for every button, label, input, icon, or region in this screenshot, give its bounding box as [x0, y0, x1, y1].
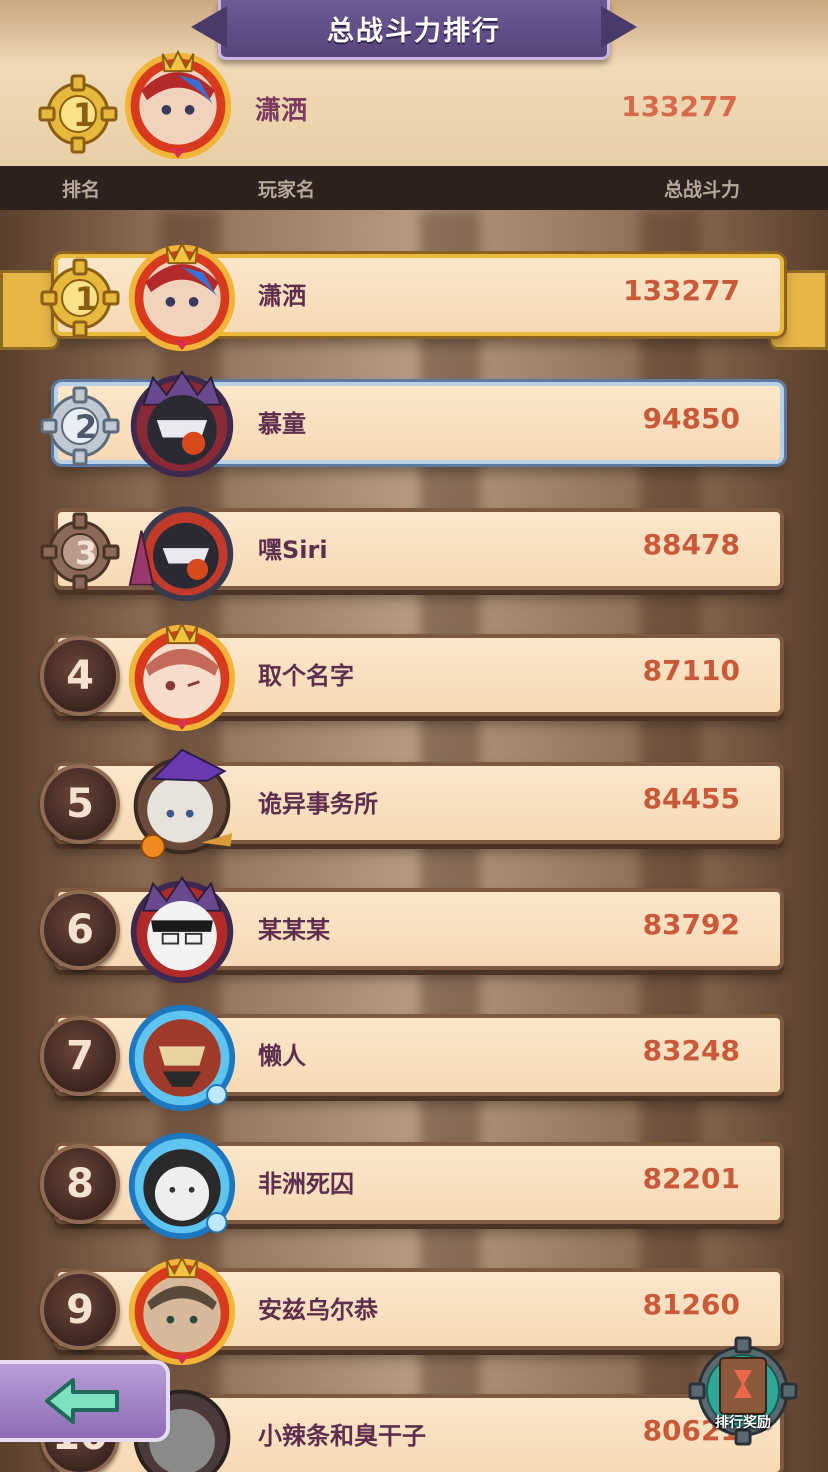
- player-name: 潇洒: [258, 282, 306, 310]
- player-power: 84455: [642, 782, 740, 815]
- player-name: 某某某: [258, 916, 330, 944]
- avatar[interactable]: [124, 238, 240, 354]
- my-player-power: 133277: [621, 90, 738, 123]
- table-row[interactable]: 5 诡异事务所 84455: [40, 748, 784, 860]
- gold-rank-1-icon: 1: [38, 74, 118, 154]
- svg-text:2: 2: [75, 408, 97, 446]
- rank-number: 4: [40, 636, 120, 716]
- svg-text:1: 1: [75, 280, 97, 318]
- back-arrow-icon: [45, 1378, 119, 1424]
- avatar[interactable]: [124, 872, 240, 988]
- avatar[interactable]: [124, 1252, 240, 1368]
- avatar[interactable]: [124, 618, 240, 734]
- avatar[interactable]: [124, 1126, 240, 1242]
- avatar[interactable]: [124, 492, 240, 608]
- title-banner: 总战斗力排行: [191, 0, 637, 60]
- avatar[interactable]: [124, 366, 240, 482]
- table-header: 排名 玩家名 总战斗力: [0, 166, 828, 210]
- rank-number: 7: [40, 1016, 120, 1096]
- player-name: 懒人: [258, 1042, 306, 1070]
- back-button[interactable]: [0, 1360, 170, 1442]
- silver-gear-icon: 2: [40, 386, 120, 466]
- player-power: 83248: [642, 1034, 740, 1067]
- table-row[interactable]: 7 懒人 83248: [40, 1004, 784, 1112]
- table-row[interactable]: 2 慕童 94850: [40, 370, 784, 478]
- player-power: 81260: [642, 1288, 740, 1321]
- avatar[interactable]: [124, 746, 240, 862]
- table-row[interactable]: 3 嘿Siri 88478: [40, 500, 784, 602]
- svg-text:3: 3: [75, 534, 97, 572]
- svg-text:1: 1: [73, 96, 95, 134]
- table-row[interactable]: 9 安兹乌尔恭 81260: [40, 1255, 784, 1366]
- player-name: 小辣条和臭干子: [258, 1422, 426, 1450]
- rank-number: 5: [40, 764, 120, 844]
- header-rank: 排名: [62, 178, 101, 201]
- page-title: 总战斗力排行: [327, 16, 501, 47]
- table-row[interactable]: 1 潇洒 133277: [40, 241, 784, 352]
- table-row[interactable]: 6 某某某 83792: [40, 876, 784, 984]
- my-player-name: 潇洒: [255, 96, 308, 126]
- table-row[interactable]: 8 非洲死囚 82201: [40, 1132, 784, 1240]
- player-power: 83792: [642, 908, 740, 941]
- rank-reward-button[interactable]: 排行奖励: [688, 1336, 798, 1446]
- header-player: 玩家名: [258, 178, 316, 201]
- player-power: 133277: [623, 274, 740, 307]
- player-name: 安兹乌尔恭: [258, 1296, 378, 1324]
- player-name: 嘿Siri: [258, 536, 328, 564]
- avatar[interactable]: [120, 46, 236, 162]
- gold-gear-icon: 1: [40, 258, 120, 338]
- avatar[interactable]: [124, 998, 240, 1114]
- player-name: 非洲死囚: [258, 1170, 354, 1198]
- my-rank-row: 1 潇洒 133277: [0, 49, 828, 164]
- player-power: 94850: [642, 402, 740, 435]
- player-power: 88478: [642, 528, 740, 561]
- rank-number: 9: [40, 1270, 120, 1350]
- player-name: 诡异事务所: [258, 790, 378, 818]
- rank-reward-label: 排行奖励: [715, 1415, 771, 1431]
- rank-number: 6: [40, 890, 120, 970]
- player-power: 82201: [642, 1162, 740, 1195]
- header-power: 总战斗力: [663, 178, 740, 201]
- player-name: 取个名字: [258, 662, 354, 690]
- rank-number: 8: [40, 1144, 120, 1224]
- player-name: 慕童: [258, 410, 306, 438]
- bronze-gear-icon: 3: [40, 512, 120, 592]
- player-power: 87110: [642, 654, 740, 687]
- table-row[interactable]: 4 取个名字 87110: [40, 621, 784, 732]
